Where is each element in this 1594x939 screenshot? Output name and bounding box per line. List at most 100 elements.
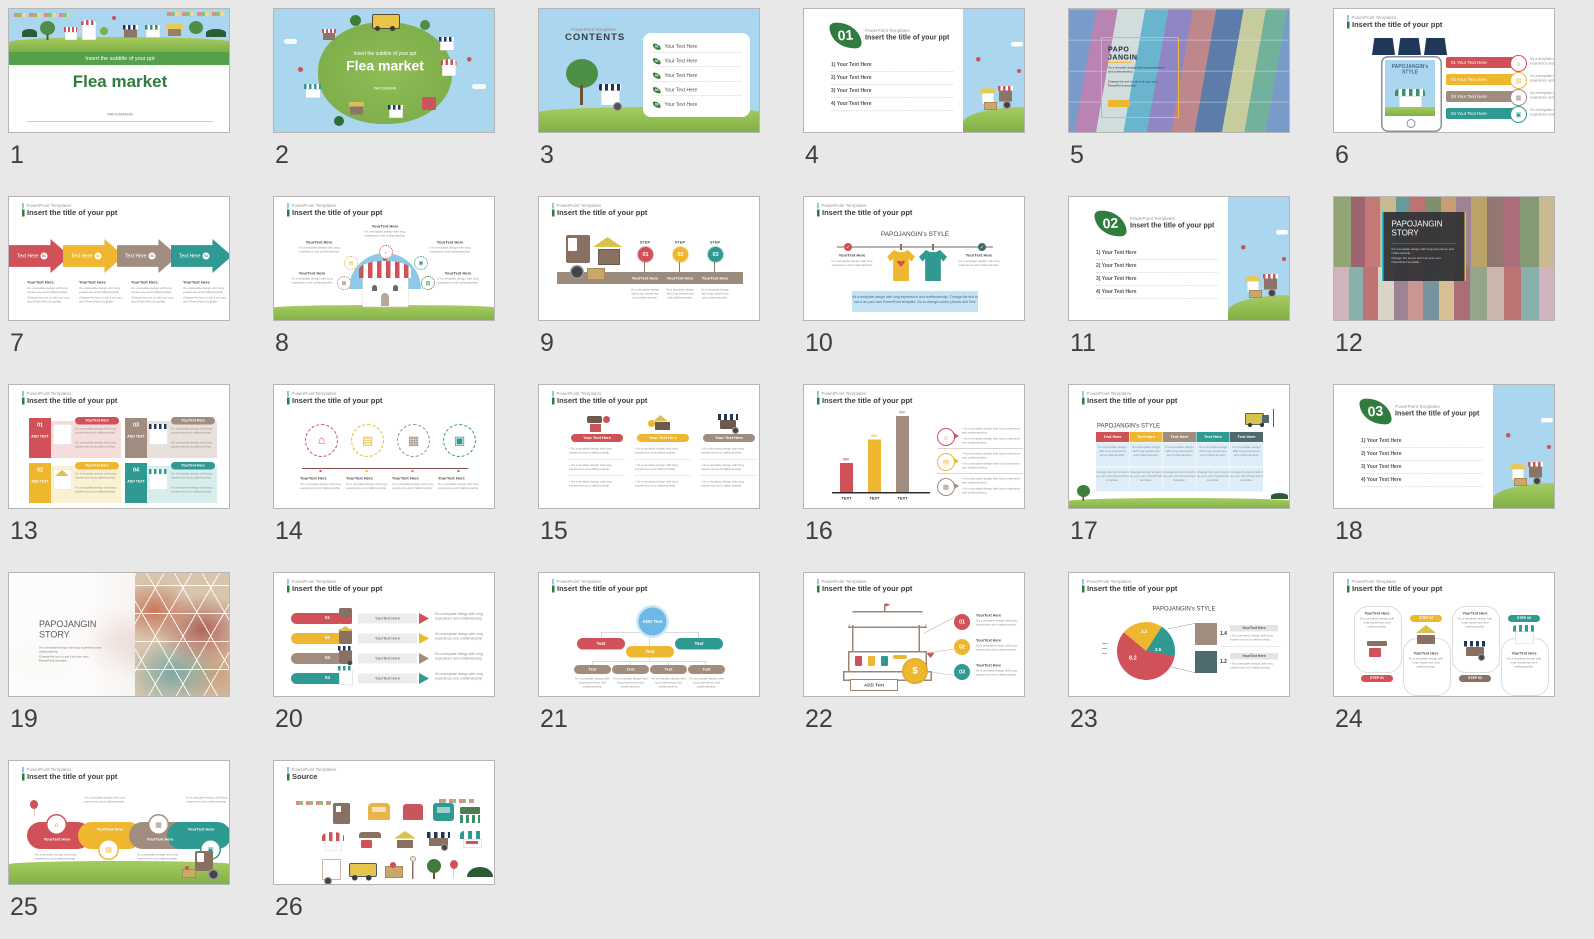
contents-item: 04 Your Text Here	[652, 85, 741, 96]
wheel-icon	[570, 265, 584, 279]
arrow-step-4: Text Here 04	[171, 239, 229, 273]
arrow-icon	[419, 673, 429, 684]
bar-label-2: TEXT	[869, 496, 880, 501]
slide-thumbnail-26[interactable]: PowerPoint Templates Source	[273, 760, 495, 885]
story-title-line2: STORY	[39, 629, 70, 640]
slide-thumbnail-15[interactable]: PowerPoint Templates Insert the title of…	[538, 384, 760, 509]
slide-cell-5: PAPO JANGIN It's a template design with …	[1068, 8, 1290, 196]
slide-thumbnail-13[interactable]: PowerPoint Templates Insert the title of…	[8, 384, 230, 509]
lamp-post-icon	[1273, 409, 1274, 427]
bullet-list: • It's a template design with long exper…	[569, 447, 625, 488]
slide-cell-1: Insert the subtitle of your ppt Flea mar…	[8, 8, 230, 196]
slide-cell-18: 03 PowerPoint Templates Insert the title…	[1333, 384, 1555, 572]
slide-thumbnail-7[interactable]: PowerPoint Templates Insert the title of…	[8, 196, 230, 321]
slide-thumbnail-24[interactable]: PowerPoint Templates Insert the title of…	[1333, 572, 1555, 697]
step-pill-2: STEP 02	[1410, 615, 1442, 622]
contents-item: 03 Your Text Here	[652, 70, 741, 82]
brand-line1: PAPO	[1108, 45, 1130, 53]
slide-thumbnail-20[interactable]: PowerPoint Templates Insert the title of…	[273, 572, 495, 697]
step-circle-1: 01	[637, 246, 654, 263]
slide-thumbnail-11[interactable]: 02 PowerPoint Templates Insert the title…	[1068, 196, 1290, 321]
slide-thumbnail-21[interactable]: PowerPoint Templates Insert the title of…	[538, 572, 760, 697]
slide-thumbnail-10[interactable]: PowerPoint Templates Insert the title of…	[803, 196, 1025, 321]
slide-thumbnail-4[interactable]: 01 PowerPoint Templates Insert the title…	[803, 8, 1025, 133]
slide-cell-17: PowerPoint Templates Insert the title of…	[1068, 384, 1290, 572]
cloud-icon	[1011, 42, 1023, 47]
text-block: YourText Here It's a template design with…	[300, 476, 341, 490]
slide-thumbnail-17[interactable]: PowerPoint Templates Insert the title of…	[1068, 384, 1290, 509]
note-box: It's a template design with long experie…	[852, 291, 978, 312]
bullet-list: • It's a template design with long exper…	[635, 447, 691, 488]
slide-number: 5	[1070, 141, 1084, 169]
slide-cell-11: 02 PowerPoint Templates Insert the title…	[1068, 196, 1290, 384]
slide-header: PowerPoint Templates Insert the title of…	[817, 391, 912, 405]
lamp-post-icon	[412, 859, 414, 879]
crate-icon	[587, 268, 605, 280]
slide-cell-8: PowerPoint Templates Insert the title of…	[273, 196, 495, 384]
bunting-icon	[14, 13, 69, 17]
tshirt-icon	[919, 250, 947, 281]
balloon-icon	[1017, 69, 1021, 73]
slide-thumbnail-23[interactable]: PowerPoint Templates Insert the title of…	[1068, 572, 1290, 697]
leaf-number-icon: 03	[652, 71, 661, 80]
slide-thumbnail-19[interactable]: PAPOJANGIN STORY It's a template design …	[8, 572, 230, 697]
grass-band	[274, 305, 494, 320]
slide-thumbnail-2[interactable]: Insert the subtitle of your ppt Flea mar…	[273, 8, 495, 133]
bar-2	[868, 439, 881, 492]
table-header-cell: Text Here	[1230, 432, 1263, 442]
bush-icon	[1271, 493, 1288, 499]
slide-thumbnail-9[interactable]: PowerPoint Templates Insert the title of…	[538, 196, 760, 321]
text-block: YourText Here It's a template design with…	[976, 613, 1017, 627]
basket-icon: ▤	[1510, 72, 1527, 89]
level2-node: Text	[626, 646, 674, 658]
awning-icon	[1372, 38, 1395, 55]
slide-header: PowerPoint Templates Source	[287, 767, 336, 781]
slide-thumbnail-3[interactable]: PowerPoint Templates CONTENTS 01 Your Te…	[538, 8, 760, 133]
slide-thumbnail-1[interactable]: Insert the subtitle of your ppt Flea mar…	[8, 8, 230, 133]
shop-icon: ▣	[1510, 106, 1527, 123]
slide-thumbnail-16[interactable]: PowerPoint Templates Insert the title of…	[803, 384, 1025, 509]
contents-item: 01 Your Text Here	[652, 41, 741, 53]
slide-thumbnail-8[interactable]: PowerPoint Templates Insert the title of…	[273, 196, 495, 321]
text-block: YourText Here It's a template design with…	[437, 271, 479, 285]
slide-header: PowerPoint Templates Insert the title of…	[287, 203, 382, 217]
ribbon-row: 04 Your Text Here	[1446, 108, 1519, 119]
slide-header: PowerPoint Templates Insert the title of…	[817, 579, 912, 593]
slide-number: 10	[805, 329, 833, 357]
slide-thumbnail-5[interactable]: PAPO JANGIN It's a template design with …	[1068, 8, 1290, 133]
store-icon: ⌂	[379, 245, 393, 259]
arrow-step-2: Text Here 02	[63, 239, 124, 273]
text-block: YourText Here It's a template design with…	[27, 280, 71, 304]
section-title: Insert the title of your ppt	[865, 33, 950, 41]
slide-number: 2	[275, 141, 289, 169]
subtitle-text: Insert the subtitle of your ppt	[353, 51, 417, 57]
awning-icon	[1424, 38, 1447, 55]
mobile-pay-icon: ▦	[337, 276, 351, 290]
text-block: YourText Here It's a template design with…	[291, 271, 333, 285]
slide-thumbnail-18[interactable]: 03 PowerPoint Templates Insert the title…	[1333, 384, 1555, 509]
slide-thumbnail-12[interactable]: PAPOJANGIN STORY It's a template design …	[1333, 196, 1555, 321]
slide-cell-7: PowerPoint Templates Insert the title of…	[8, 196, 230, 384]
slide-number: 25	[10, 893, 38, 921]
row-illustration	[339, 629, 352, 644]
shop-icon: ▣	[414, 256, 428, 270]
table-icon	[1367, 641, 1387, 646]
store-icon: ⌂	[937, 428, 955, 446]
gray-box: YourText Here	[358, 653, 417, 664]
text-block: YourText Here It's a template design with…	[976, 663, 1017, 677]
slide-thumbnail-25[interactable]: PowerPoint Templates Insert the title of…	[8, 760, 230, 885]
cloud-icon	[1276, 230, 1288, 235]
story-desc: It's a template design with long experie…	[1391, 248, 1454, 255]
slide-number: 7	[10, 329, 24, 357]
slide-header: PowerPoint Templates Insert the title of…	[817, 203, 912, 217]
slide-thumbnail-14[interactable]: PowerPoint Templates Insert the title of…	[273, 384, 495, 509]
bar-label-1: TEXT	[841, 496, 852, 501]
slide-number: 11	[1070, 329, 1096, 357]
slide-thumbnail-22[interactable]: PowerPoint Templates Insert the title of…	[803, 572, 1025, 697]
table-body-row-2: Change the text to suit it as your own P…	[1096, 467, 1264, 492]
circus-tent-icon	[442, 64, 456, 76]
slide-cell-20: PowerPoint Templates Insert the title of…	[273, 572, 495, 760]
slide-number: 18	[1335, 517, 1363, 545]
slide-thumbnail-6[interactable]: PowerPoint Templates Insert the title of…	[1333, 8, 1555, 133]
bar-value-1: 000	[843, 458, 849, 462]
